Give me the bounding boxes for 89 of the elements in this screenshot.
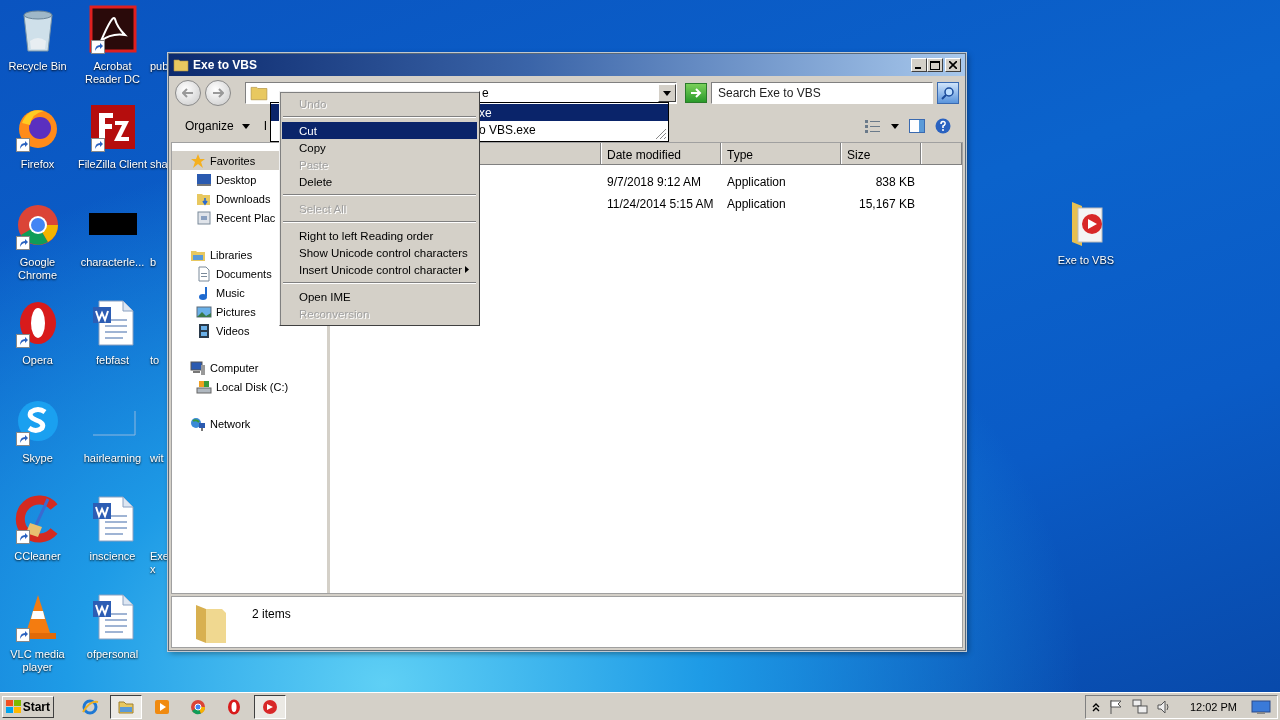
search-button[interactable] [937,82,959,104]
item-count: 2 items [252,607,291,621]
word-document-icon [90,299,135,347]
picture-icon [196,303,212,320]
internet-explorer-icon [81,697,99,716]
close-icon [949,61,957,69]
star-icon [190,152,206,169]
window-title: Exe to VBS [193,58,259,72]
film-icon [196,322,212,339]
computer-icon [190,359,206,376]
nav-item[interactable]: Network [172,414,327,433]
include-button[interactable]: I [261,117,270,135]
start-button[interactable]: Start [2,695,54,718]
folder-icon [250,84,268,102]
date-cell-text: 9/7/2018 9:12 AM [606,175,703,189]
arrow-right-icon [690,88,702,98]
back-button[interactable] [175,80,201,106]
desktop-icon-label[interactable]: Acrobat Reader DC [75,60,150,86]
search-field[interactable]: Search Exe to VBS [711,82,933,104]
menu-item[interactable]: Open IME [282,288,477,305]
desktop-icon-label[interactable]: Skype [22,452,53,465]
desktop-icon [196,171,212,188]
app-icon [261,697,279,716]
caret-icon[interactable] [891,123,899,129]
minimize-button[interactable] [911,58,927,72]
type-cell-text: Application [726,175,787,189]
clock[interactable]: 12:02 PM [1189,700,1237,713]
recent-places-icon [196,209,212,226]
nav-item[interactable]: Computer [172,358,327,377]
date-cell-text: 11/24/2014 5:15 AM [606,197,715,211]
menu-item[interactable]: Insert Unicode control character [282,261,477,278]
size-cell-text: 838 KB [874,175,916,189]
word-document-icon [90,495,135,543]
desktop-icon-label[interactable]: b [150,256,157,269]
type-cell-text: Application [726,197,787,211]
menu-item[interactable]: Show Unicode control characters [282,244,477,261]
flag-icon[interactable] [1107,698,1124,715]
desktop-icon-label[interactable]: characterle... [80,256,145,269]
show-desktop-icon[interactable] [1251,698,1271,715]
media-player-icon [153,697,171,716]
desktop-icon-label[interactable]: Exe to VBS [1057,254,1115,267]
word-document-icon [90,593,135,641]
column-header[interactable]: Size [841,143,921,164]
maximize-icon [930,60,940,70]
desktop-icon-label[interactable]: Recycle Bin [8,60,67,73]
close-button[interactable] [945,58,961,72]
dropdown-button[interactable] [658,84,676,102]
column-header[interactable]: Date modified [601,143,721,164]
nav-item[interactable]: Local Disk (C:) [172,377,327,396]
nav-item[interactable]: Videos [172,321,327,340]
taskbar-button[interactable] [110,694,142,719]
search-icon [941,86,955,100]
forward-button[interactable] [205,80,231,106]
organize-button[interactable]: Organize [183,117,252,135]
maximize-button[interactable] [927,58,943,72]
desktop-icon-label[interactable]: febfast [96,354,129,367]
forward-arrow-icon [212,88,224,98]
resize-grip-icon[interactable] [655,128,667,140]
caret-icon [663,90,671,96]
menu-item[interactable]: Delete [282,173,477,190]
folder-icon [173,57,189,73]
acrobat-icon [88,5,137,53]
chrome-icon [189,697,207,716]
caret-icon [241,123,250,129]
menu-item[interactable]: Cut [282,122,477,139]
chevron-up-icon[interactable] [1091,701,1100,712]
desktop-icon-label[interactable]: sha [150,158,168,171]
back-arrow-icon [182,88,194,98]
column-header[interactable]: Type [721,143,841,164]
desktop-icon-label[interactable]: FileZilla Client [77,158,148,171]
go-button[interactable] [685,83,707,103]
desktop-icon-label[interactable]: to [150,354,160,367]
desktop-icon-label[interactable]: Google Chrome [0,256,75,282]
document-icon [196,265,212,282]
speaker-icon[interactable] [1155,698,1172,715]
desktop-icon-label[interactable]: Firefox [20,158,55,171]
taskbar-button[interactable] [254,694,286,719]
desktop-icon-label[interactable]: Opera [22,354,53,367]
help-icon[interactable] [935,118,951,134]
network-icon [190,415,206,432]
size-cell-text: 15,167 KB [857,197,916,211]
windows-logo-icon [6,699,21,714]
menu-item[interactable]: Right to left Reading order [282,227,477,244]
filezilla-icon [88,103,137,151]
opera-icon [225,697,243,716]
preview-pane-icon[interactable] [909,119,925,133]
network-icon[interactable] [1131,698,1148,715]
view-options-icon[interactable] [865,119,881,133]
drive-icon [196,378,212,395]
